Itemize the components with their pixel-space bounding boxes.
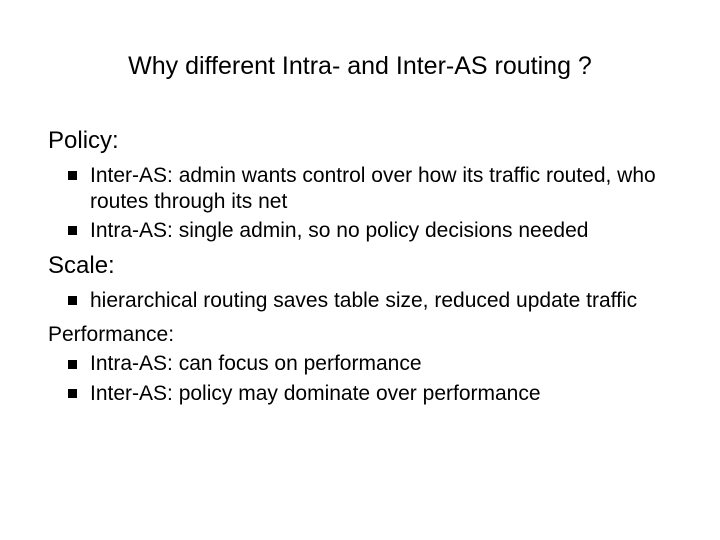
list-item: hierarchical routing saves table size, r… <box>68 286 672 316</box>
list-item: Inter-AS: policy may dominate over perfo… <box>68 379 672 409</box>
bullet-list-performance: Intra-AS: can focus on performance Inter… <box>48 349 672 408</box>
list-item: Intra-AS: can focus on performance <box>68 349 672 379</box>
list-item: Inter-AS: admin wants control over how i… <box>68 161 672 216</box>
section-heading-scale: Scale: <box>48 252 672 280</box>
slide-title: Why different Intra- and Inter-AS routin… <box>0 0 720 81</box>
section-heading-policy: Policy: <box>48 127 672 155</box>
slide-body: Policy: Inter-AS: admin wants control ov… <box>0 81 720 409</box>
list-item: Intra-AS: single admin, so no policy dec… <box>68 216 672 246</box>
bullet-list-scale: hierarchical routing saves table size, r… <box>48 286 672 316</box>
bullet-list-policy: Inter-AS: admin wants control over how i… <box>48 161 672 246</box>
subheading-performance: Performance: <box>48 323 672 347</box>
slide: Why different Intra- and Inter-AS routin… <box>0 0 720 540</box>
